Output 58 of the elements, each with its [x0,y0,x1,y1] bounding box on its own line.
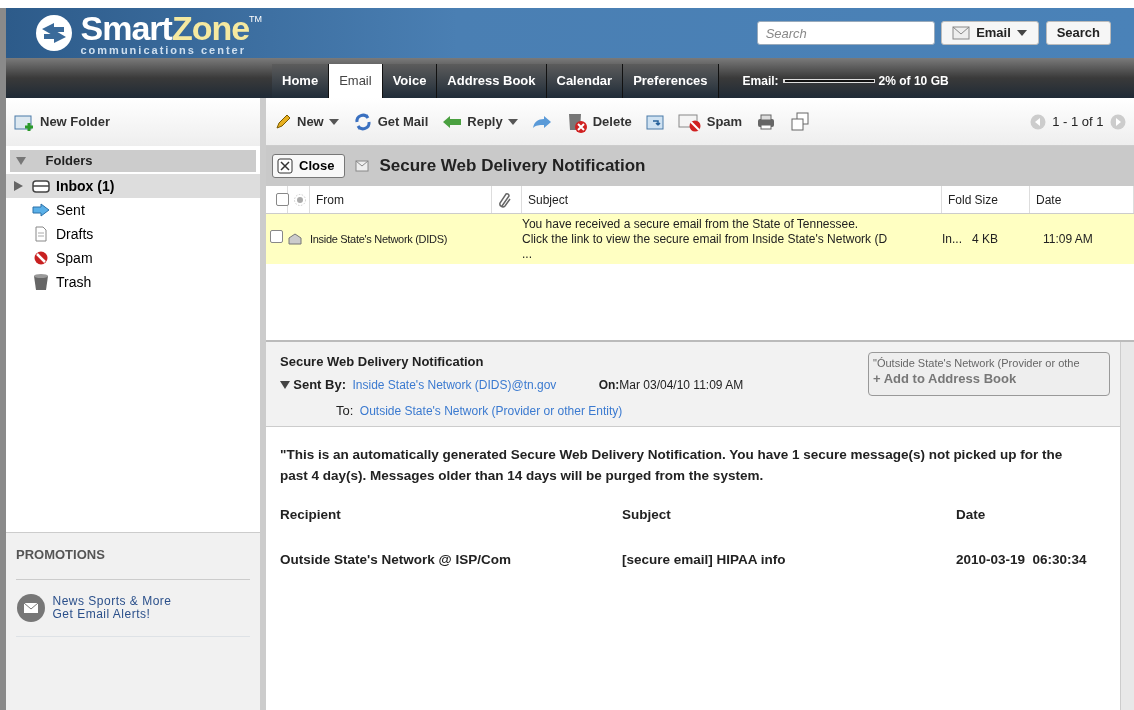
column-header[interactable]: Size [974,190,998,209]
recipient-link[interactable]: Outside State's Network (Provider or other Entity) [359,401,623,420]
subject-preview: You have received a secure email from the State of Tennessee. Click the link to view the secure email from Inside State's Network (D ... [522,216,889,262]
folders-title: Folders [45,152,93,171]
size-text: 4 KB [972,231,999,248]
nav-tab[interactable]: Voice [382,64,438,98]
preview-subject: Secure Web Delivery Notification [280,353,485,371]
table-cell-text: 2010-03-19 06:30:34 [956,550,1088,569]
contact-card[interactable]: "Óutside State's Network (Provider or othe + Add to Address Book [868,352,1110,396]
table-cell-text: [secure email] HIPAA info [622,550,787,569]
reply-button[interactable]: Reply [442,111,518,132]
trademark-mark: TM [249,12,263,24]
field-label: To: [336,401,354,420]
logo-text: SmartZone [80,10,250,45]
message-row[interactable]: Inside State's Network (DIDS) You have received a secure email from the State of Tennessee. Click the link to view the secure email from Inside State's Network (D ... In... 4 KB 11:09 AM [266,214,1134,264]
table-header: Recipient [280,506,342,525]
nav-tab[interactable]: Email [329,64,383,98]
field-label: Sent By: [293,375,346,394]
add-contact-link[interactable]: + Add to Address Book [873,371,1105,385]
sender-link[interactable]: Inside State's Network (DIDS)@tn.gov [352,375,557,394]
folder-item[interactable]: Sent [6,198,260,222]
get-mail-button[interactable]: Get Mail [352,111,429,132]
search-button[interactable]: Search [1045,21,1111,45]
nav-tab[interactable]: Address Book [437,64,547,98]
storage-reading: 2% of 10 GB [878,73,949,90]
new-button[interactable]: New [274,111,339,132]
message-title: Secure Web Delivery Notification [379,155,646,178]
table-header: Date [956,506,987,525]
folder-item[interactable]: Spam [6,246,260,270]
nav-tab[interactable]: Home [272,64,330,98]
page-count: 1 - 1 of 1 [1052,112,1104,131]
folders-header[interactable]: Folders [10,150,256,172]
logo-tagline: communications center [80,44,247,56]
promotion-link[interactable]: News Sports & More Get Email Alerts! [52,594,172,621]
table-header: Subject [622,506,672,525]
delete-button[interactable]: Delete [565,110,632,133]
column-header[interactable]: Fold [948,190,972,209]
scope-dropdown[interactable]: Email [941,21,1040,45]
column-header[interactable]: Date [1030,186,1134,213]
storage-label: Email: [742,73,779,90]
column-header[interactable]: Subject [522,186,942,213]
folder-text: In... [942,231,963,248]
close-button[interactable]: Close [272,154,346,178]
nav-tab[interactable]: Calendar [546,64,624,98]
folder-item[interactable]: Drafts [6,222,260,246]
table-cell-text: Outside State's Network @ ISP/Com [280,550,512,569]
sent-date: On:Mar 03/04/10 11:09 AM [597,376,744,394]
search-field[interactable]: Search [756,21,935,45]
folder-item[interactable]: Inbox (1) [6,174,260,198]
sender-text: Inside State's Network (DIDS) [310,231,449,247]
spam-button[interactable]: Spam [677,111,743,132]
column-header[interactable]: From [310,186,492,213]
message-body: "This is an automatically generated Secure Web Delivery Notification. You have 1 secure message(s) not picked up for the past 4 day(s). Messages older than 14 days will be purged from the system. [280,446,1064,485]
date-text: 11:09 AM [1042,231,1094,248]
nav-tab[interactable]: Preferences [623,64,719,98]
contact-name: "Óutside State's Network (Provider or othe [873,356,1081,371]
folder-item[interactable]: Trash [6,270,260,294]
promotions-title: PROMOTIONS [16,545,250,580]
